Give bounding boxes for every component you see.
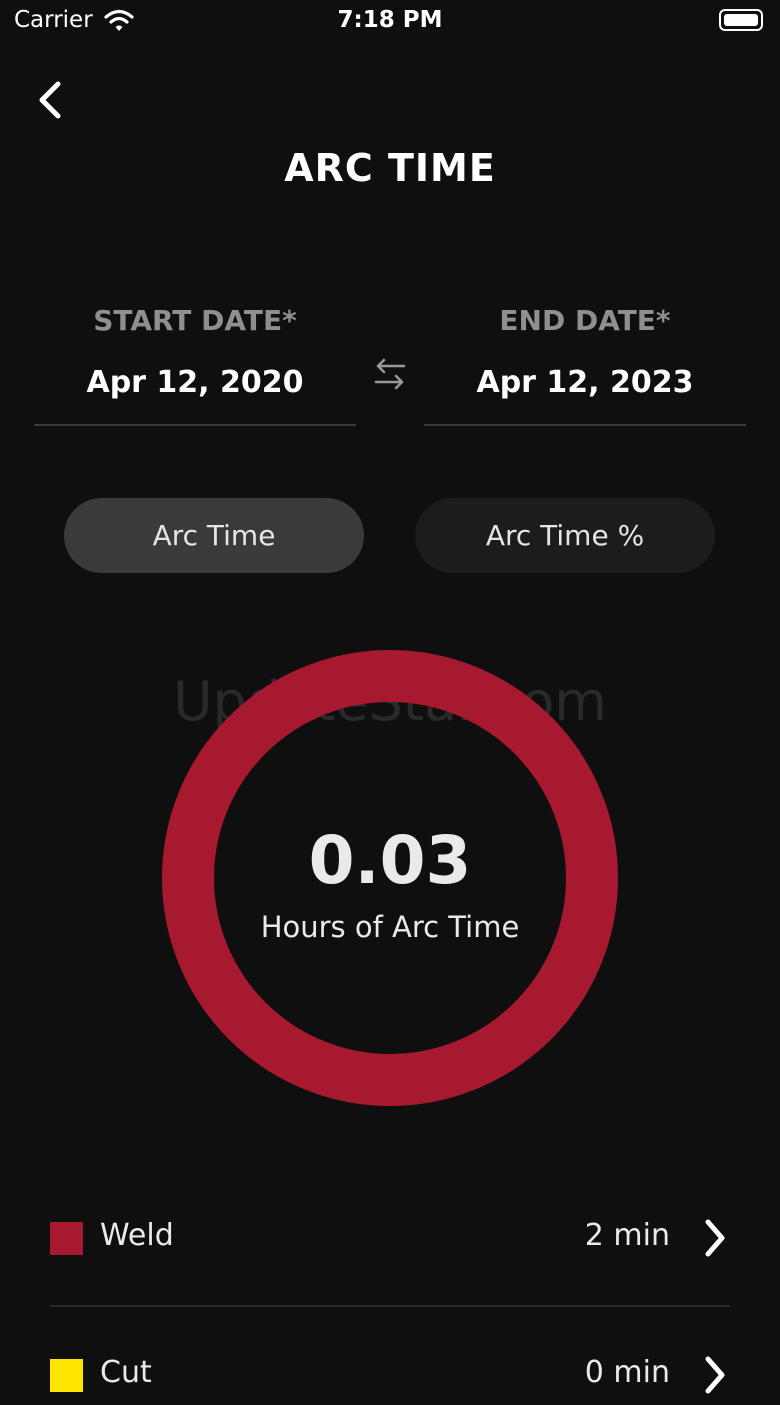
legend-label: Weld	[100, 1218, 174, 1253]
legend-swatch-cut	[50, 1359, 83, 1392]
legend-row-weld[interactable]: Weld 2 min	[50, 1208, 730, 1268]
legend-value: 2 min	[584, 1218, 670, 1253]
arc-time-donut-chart	[162, 650, 618, 1106]
chevron-right-icon	[702, 1355, 728, 1395]
legend-swatch-weld	[50, 1222, 83, 1255]
legend-divider	[50, 1305, 730, 1307]
legend-row-cut[interactable]: Cut 0 min	[50, 1345, 730, 1405]
arc-time-caption: Hours of Arc Time	[260, 910, 520, 944]
legend-value: 0 min	[584, 1355, 670, 1390]
legend-label: Cut	[100, 1355, 152, 1390]
chevron-right-icon	[702, 1218, 728, 1258]
arc-time-value: 0.03	[308, 822, 472, 899]
